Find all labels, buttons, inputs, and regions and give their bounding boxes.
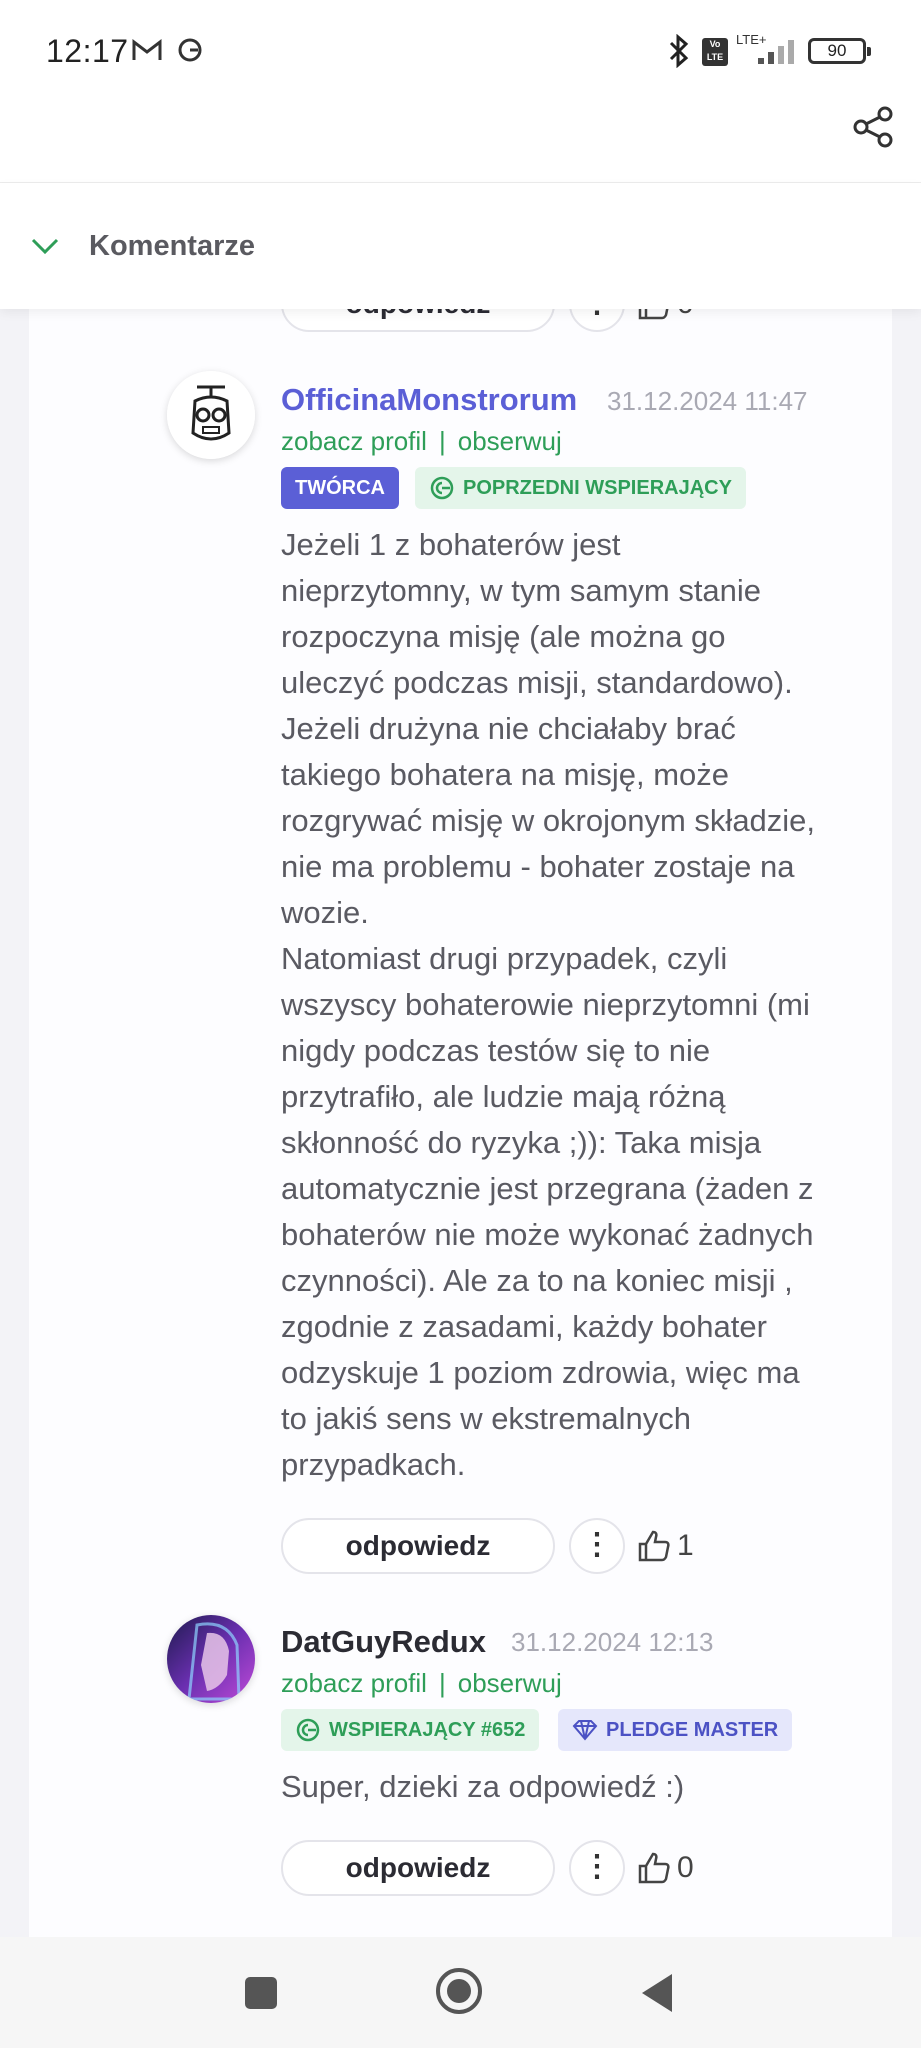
comment-line: przytrafiło, ale ludzie mają różną: [281, 1079, 726, 1114]
comment-line: uleczyć podczas misji, standardowo).: [281, 665, 793, 700]
comment-line: wozie.: [281, 895, 369, 930]
comment-line: automatycznie jest przegrana (żaden z: [281, 1171, 814, 1206]
robot-avatar-icon: [167, 371, 255, 459]
like-count: 0: [677, 1851, 694, 1884]
view-profile-link[interactable]: zobacz profil: [281, 426, 427, 456]
screen: 12:17 VoLTE LTE+ 90 odpowiedz ⋮: [0, 0, 921, 2048]
app-notification-icon: [178, 38, 202, 62]
follow-link[interactable]: obserwuj: [458, 1668, 562, 1698]
view-profile-link[interactable]: zobacz profil: [281, 1668, 427, 1698]
signal-bar-1: [758, 58, 764, 64]
comment-text: Jeżeli 1 z bohaterów jest nieprzytomny, …: [281, 522, 815, 1488]
home-icon[interactable]: [434, 1966, 484, 2016]
like-button[interactable]: 1: [637, 1518, 694, 1574]
more-options-button[interactable]: ⋮: [569, 1518, 625, 1574]
avatar[interactable]: [167, 371, 255, 459]
chevron-down-icon: [31, 238, 59, 255]
more-options-button[interactable]: ⋮: [569, 1840, 625, 1896]
comments-section-header[interactable]: Komentarze: [0, 183, 921, 309]
comment-line: bohaterów nie może wykonać żadnych: [281, 1217, 814, 1252]
patronite-icon: [296, 1718, 320, 1742]
comment-line: zgodnie z zasadami, każdy bohater: [281, 1309, 767, 1344]
comment-line: Jeżeli 1 z bohaterów jest: [281, 527, 621, 562]
badge-label: POPRZEDNI WSPIERAJĄCY: [463, 477, 732, 499]
signal-bar-4: [788, 40, 794, 64]
comment-line: rozpoczyna misję (ale można go: [281, 619, 726, 654]
comment-date: 31.12.2024 11:47: [607, 386, 808, 416]
comment-line: odzyskuje 1 poziom zdrowia, więc ma: [281, 1355, 800, 1390]
thumbs-up-icon: [638, 1852, 670, 1884]
signal-bar-3: [778, 46, 784, 64]
comment-text: Super, dzieki za odpowiedź :): [281, 1764, 684, 1810]
link-separator: |: [438, 1668, 446, 1698]
volte-icon: Vo LTE: [702, 38, 728, 66]
comment-line: takiego bohatera na misję, może: [281, 757, 730, 792]
author-links: zobacz profil | obserwuj: [281, 426, 562, 457]
user-avatar-icon: [167, 1615, 255, 1703]
comment-date: 31.12.2024 12:13: [511, 1627, 714, 1657]
avatar[interactable]: [167, 1615, 255, 1703]
like-button[interactable]: 0: [637, 1840, 694, 1896]
back-icon[interactable]: [640, 1972, 674, 2014]
badge-label: WSPIERAJĄCY #652: [329, 1719, 526, 1741]
comment-line: nigdy podczas testów się to nie: [281, 1033, 711, 1068]
thumbs-up-icon: [638, 1530, 670, 1562]
network-type: LTE+: [736, 32, 767, 47]
comment-line: rozgrywać misję w okrojonym składzie,: [281, 803, 816, 838]
battery-icon: 90: [808, 38, 871, 64]
comment-line: Jeżeli drużyna nie chciałaby brać: [281, 711, 736, 746]
author-links: zobacz profil | obserwuj: [281, 1668, 562, 1699]
supporter-badge: WSPIERAJĄCY #652: [281, 1709, 540, 1751]
comment-line: wszyscy bohaterowie nieprzytomni (mi: [281, 987, 810, 1022]
pledge-master-badge: PLEDGE MASTER: [558, 1709, 793, 1751]
comment-line: nie ma problemu - bohater zostaje na: [281, 849, 795, 884]
navigation-bar: [0, 1937, 921, 2048]
share-icon[interactable]: [852, 106, 894, 148]
section-title: Komentarze: [89, 230, 255, 262]
comment-line: czynności). Ale za to na koniec misji ,: [281, 1263, 793, 1298]
reply-button[interactable]: odpowiedz: [281, 1518, 555, 1574]
patronite-icon: [430, 476, 454, 500]
reply-button[interactable]: odpowiedz: [281, 1840, 555, 1896]
comment-author[interactable]: DatGuyRedux: [281, 1624, 486, 1660]
link-separator: |: [438, 426, 446, 456]
gmail-icon: [132, 38, 162, 60]
comment-line: nieprzytomny, w tym samym stanie: [281, 573, 762, 608]
badge-label: PLEDGE MASTER: [606, 1719, 779, 1741]
comment-line: to jakiś sens w ekstremalnych: [281, 1401, 692, 1436]
follow-link[interactable]: obserwuj: [458, 426, 562, 456]
top-app-bar: [0, 105, 921, 183]
comment-line: Super, dzieki za odpowiedź :): [281, 1769, 685, 1804]
badge-label: TWÓRCA: [295, 477, 385, 499]
comment-author[interactable]: OfficinaMonstrorum: [281, 382, 577, 418]
like-count: 1: [677, 1529, 694, 1562]
creator-badge: TWÓRCA: [281, 467, 399, 509]
comment-line: Natomiast drugi przypadek, czyli: [281, 941, 728, 976]
clock: 12:17: [46, 33, 129, 69]
comment-line: przypadkach.: [281, 1447, 466, 1482]
status-bar: 12:17 Vo LTE LTE+ 90: [0, 0, 921, 105]
signal-bar-2: [768, 52, 774, 64]
comment-line: skłonność do ryzyka ;)): Taka misja: [281, 1125, 762, 1160]
bluetooth-icon: [669, 34, 689, 68]
recent-apps-icon[interactable]: [243, 1975, 279, 2011]
diamond-icon: [572, 1720, 598, 1741]
previous-supporter-badge: POPRZEDNI WSPIERAJĄCY: [415, 467, 746, 509]
